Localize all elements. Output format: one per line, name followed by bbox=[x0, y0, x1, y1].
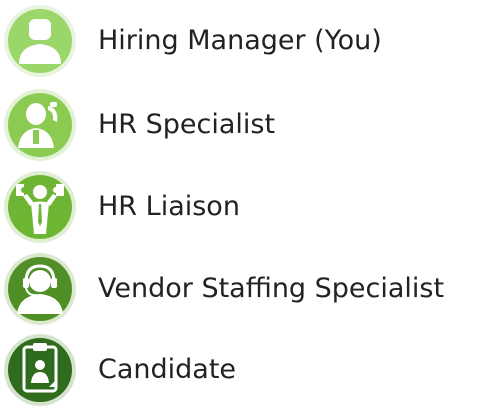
hr-specialist-icon bbox=[3, 88, 77, 162]
role-label: HR Specialist bbox=[98, 109, 276, 140]
vendor-staffing-specialist-icon bbox=[3, 252, 77, 326]
role-row-candidate: Candidate bbox=[0, 329, 480, 410]
role-legend: Hiring Manager (You) HR Specialist HR Li… bbox=[0, 0, 480, 410]
role-label: Hiring Manager (You) bbox=[98, 25, 382, 56]
hr-liaison-icon bbox=[3, 170, 77, 244]
role-label: Vendor Staffing Specialist bbox=[98, 273, 445, 304]
role-label: HR Liaison bbox=[98, 191, 240, 222]
role-row-hiring-manager: Hiring Manager (You) bbox=[0, 0, 480, 82]
candidate-icon bbox=[3, 333, 77, 407]
role-row-hr-specialist: HR Specialist bbox=[0, 84, 480, 166]
hiring-manager-icon bbox=[3, 4, 77, 78]
role-row-vendor-staffing-specialist: Vendor Staffing Specialist bbox=[0, 248, 480, 330]
role-label: Candidate bbox=[98, 354, 237, 385]
role-row-hr-liaison: HR Liaison bbox=[0, 166, 480, 248]
